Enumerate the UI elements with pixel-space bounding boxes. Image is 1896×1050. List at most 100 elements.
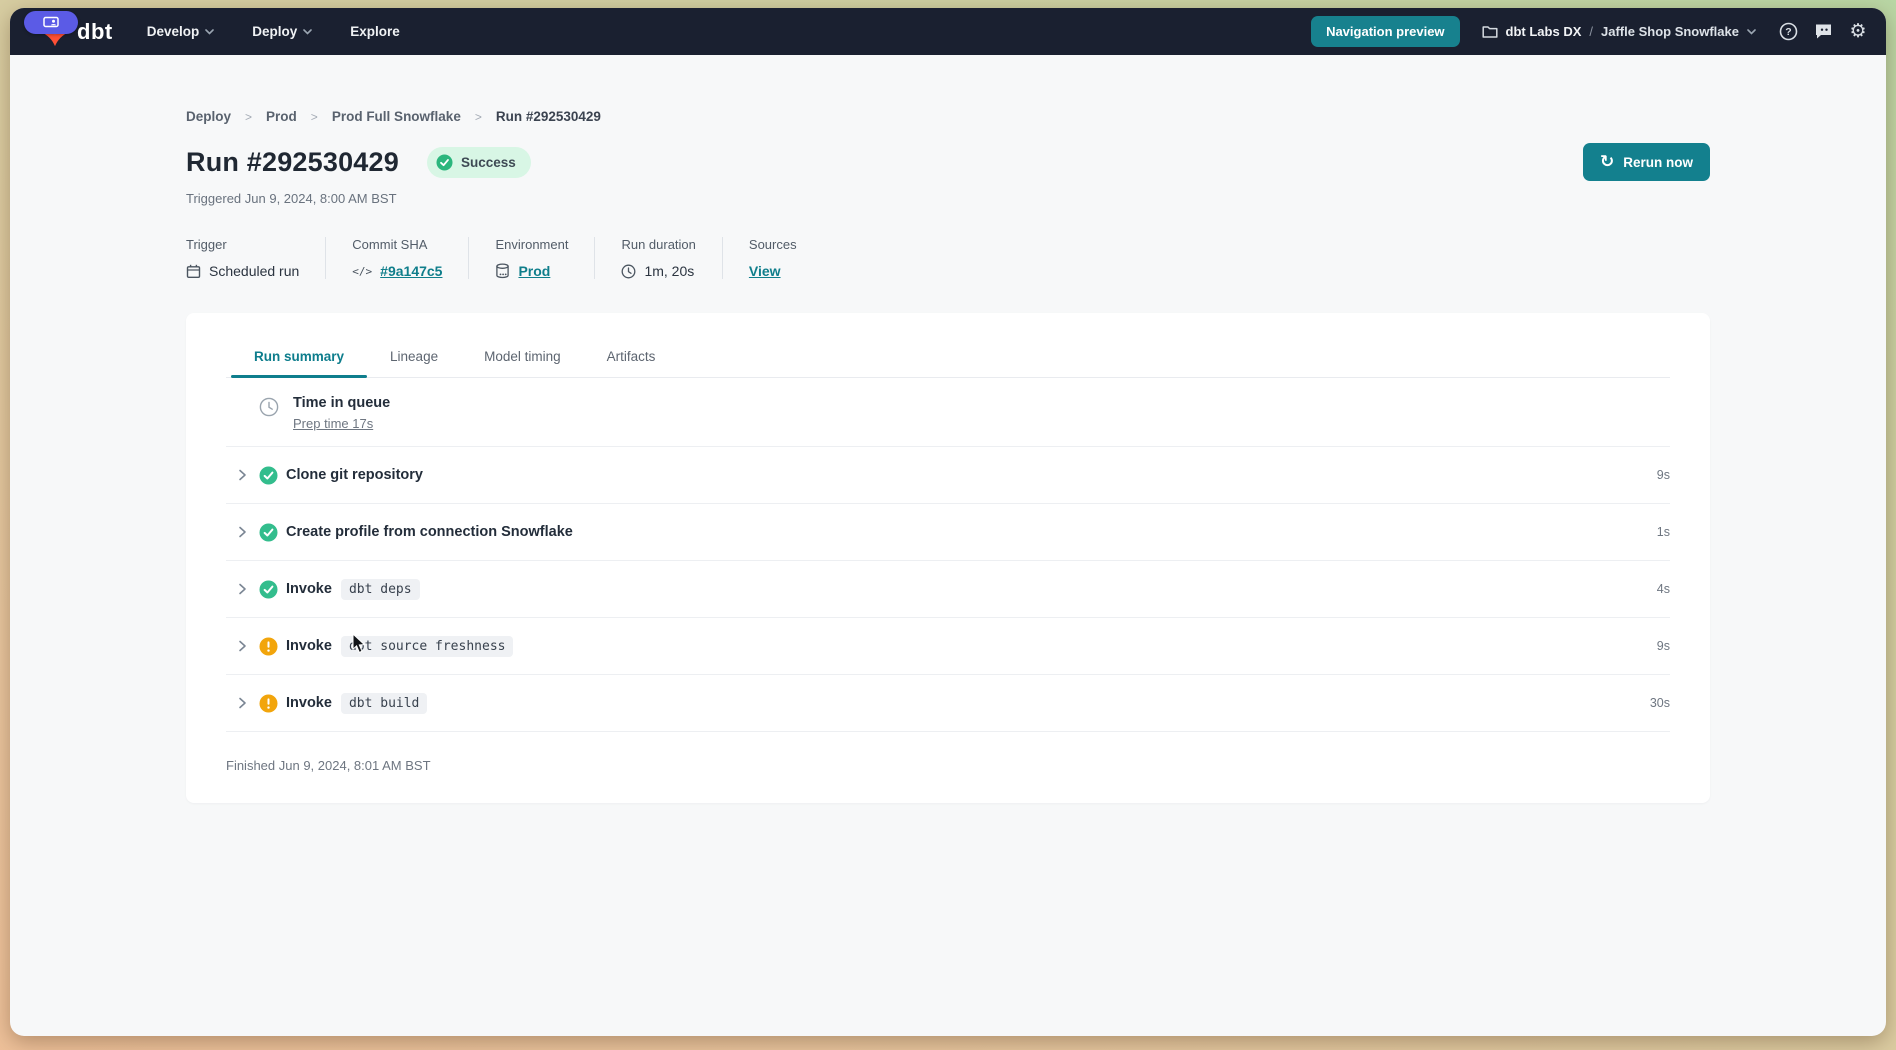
- step-label: Invoke: [286, 581, 332, 597]
- tab-lineage[interactable]: Lineage: [367, 339, 461, 377]
- prep-time-link[interactable]: Prep time 17s: [293, 416, 373, 431]
- breadcrumb-job[interactable]: Prod Full Snowflake: [332, 109, 461, 124]
- status-success-icon: [258, 522, 278, 542]
- run-tabs: Run summary Lineage Model timing Artifac…: [226, 339, 1670, 378]
- meta-label: Trigger: [186, 237, 299, 252]
- nav-menu-develop-label: Develop: [147, 24, 200, 39]
- run-step-row[interactable]: Invoke dbt source freshness 9s: [226, 618, 1670, 675]
- breadcrumb-prod[interactable]: Prod: [266, 109, 297, 124]
- finished-timestamp: Finished Jun 9, 2024, 8:01 AM BST: [226, 758, 1670, 773]
- settings-icon[interactable]: ⚙: [1848, 22, 1868, 42]
- chevron-right-icon[interactable]: [238, 526, 248, 538]
- code-icon: </>: [352, 265, 372, 278]
- rerun-now-label: Rerun now: [1623, 155, 1693, 170]
- navbar-icons: ? ⚙: [1778, 22, 1868, 42]
- run-metadata: Trigger Scheduled run Commit SHA: [186, 237, 1710, 279]
- top-navbar: dbt Develop Deploy Explore Navigation pr…: [10, 8, 1886, 55]
- step-duration: 30s: [1650, 696, 1670, 710]
- chevron-right-icon[interactable]: [238, 583, 248, 595]
- meta-commit-sha: Commit SHA </> #9a147c5: [325, 237, 468, 279]
- browser-user-icon: [43, 16, 59, 29]
- nav-menu-explore-label: Explore: [350, 24, 400, 39]
- tab-artifacts[interactable]: Artifacts: [584, 339, 679, 377]
- nav-menu-deploy[interactable]: Deploy: [252, 24, 312, 39]
- step-duration: 1s: [1657, 525, 1670, 539]
- trigger-value: Scheduled run: [209, 263, 299, 279]
- breadcrumb: Deploy > Prod > Prod Full Snowflake > Ru…: [186, 55, 1710, 124]
- tab-run-summary[interactable]: Run summary: [231, 339, 367, 377]
- breadcrumb-current-run: Run #292530429: [496, 109, 601, 124]
- meta-environment: Environment Prod: [468, 237, 594, 279]
- nav-menu-explore[interactable]: Explore: [350, 24, 400, 39]
- status-badge: Success: [427, 147, 531, 178]
- step-label: Invoke: [286, 695, 332, 711]
- meta-label: Commit SHA: [352, 237, 442, 252]
- project-switcher[interactable]: dbt Labs DX / Jaffle Shop Snowflake: [1482, 24, 1756, 39]
- folder-icon: [1482, 25, 1498, 39]
- tab-model-timing[interactable]: Model timing: [461, 339, 584, 377]
- queue-title: Time in queue: [293, 395, 390, 411]
- chevron-right-icon[interactable]: [238, 469, 248, 481]
- rerun-now-button[interactable]: ↻ Rerun now: [1583, 143, 1710, 181]
- chevron-down-icon: [205, 29, 214, 35]
- chevron-down-icon: [1747, 29, 1756, 35]
- run-step-row[interactable]: Create profile from connection Snowflake…: [226, 504, 1670, 561]
- clock-icon: [621, 264, 636, 279]
- commit-sha-link[interactable]: #9a147c5: [380, 263, 442, 279]
- nav-menu-develop[interactable]: Develop: [147, 24, 215, 39]
- account-name: dbt Labs DX: [1506, 24, 1582, 39]
- status-warning-icon: [258, 693, 278, 713]
- page-content: Deploy > Prod > Prod Full Snowflake > Ru…: [10, 55, 1886, 803]
- help-icon[interactable]: ?: [1778, 22, 1798, 42]
- main-nav: Develop Deploy Explore: [147, 24, 400, 39]
- run-steps-list: Clone git repository 9s Create profile f…: [226, 447, 1670, 732]
- step-label: Invoke: [286, 638, 332, 654]
- step-command: dbt deps: [341, 579, 420, 600]
- step-duration: 9s: [1657, 639, 1670, 653]
- status-badge-label: Success: [461, 155, 516, 170]
- crumb-separator: /: [1589, 24, 1593, 39]
- navbar-right: Navigation preview dbt Labs DX / Jaffle …: [1311, 16, 1868, 47]
- title-row: Run #292530429 Success ↻ Rerun now: [186, 143, 1710, 181]
- run-step-row[interactable]: Clone git repository 9s: [226, 447, 1670, 504]
- triggered-timestamp: Triggered Jun 9, 2024, 8:00 AM BST: [186, 191, 1710, 206]
- chevron-down-icon: [303, 29, 312, 35]
- refresh-icon: ↻: [1600, 154, 1614, 171]
- step-duration: 9s: [1657, 468, 1670, 482]
- success-check-icon: [436, 154, 453, 171]
- breadcrumb-deploy[interactable]: Deploy: [186, 109, 231, 124]
- run-step-row[interactable]: Invoke dbt build 30s: [226, 675, 1670, 732]
- nav-menu-deploy-label: Deploy: [252, 24, 297, 39]
- run-duration-value: 1m, 20s: [644, 263, 694, 279]
- queue-clock-icon: [259, 397, 279, 417]
- breadcrumb-separator: >: [311, 110, 318, 124]
- meta-label: Sources: [749, 237, 797, 252]
- meta-sources: Sources View: [722, 237, 823, 279]
- run-step-row[interactable]: Invoke dbt deps 4s: [226, 561, 1670, 618]
- status-warning-icon: [258, 636, 278, 656]
- svg-text:?: ?: [1785, 26, 1791, 38]
- sources-view-link[interactable]: View: [749, 263, 781, 279]
- feedback-icon[interactable]: [1813, 22, 1833, 42]
- navigation-preview-button[interactable]: Navigation preview: [1311, 16, 1459, 47]
- database-icon: [495, 263, 510, 279]
- status-success-icon: [258, 465, 278, 485]
- run-summary-card: Run summary Lineage Model timing Artifac…: [186, 313, 1710, 803]
- breadcrumb-separator: >: [245, 110, 252, 124]
- environment-link[interactable]: Prod: [518, 263, 550, 279]
- calendar-icon: [186, 264, 201, 279]
- step-command: dbt build: [341, 693, 427, 714]
- chevron-right-icon[interactable]: [238, 697, 248, 709]
- time-in-queue-row: Time in queue Prep time 17s: [226, 378, 1670, 447]
- meta-run-duration: Run duration 1m, 20s: [594, 237, 721, 279]
- screen-share-badge[interactable]: [24, 11, 78, 34]
- step-command: dbt source freshness: [341, 636, 514, 657]
- page-title: Run #292530429: [186, 147, 399, 178]
- dbt-logo-text: dbt: [77, 19, 113, 45]
- meta-trigger: Trigger Scheduled run: [186, 237, 325, 279]
- meta-label: Environment: [495, 237, 568, 252]
- breadcrumb-separator: >: [475, 110, 482, 124]
- step-label: Create profile from connection Snowflake: [286, 524, 573, 540]
- meta-label: Run duration: [621, 237, 695, 252]
- chevron-right-icon[interactable]: [238, 640, 248, 652]
